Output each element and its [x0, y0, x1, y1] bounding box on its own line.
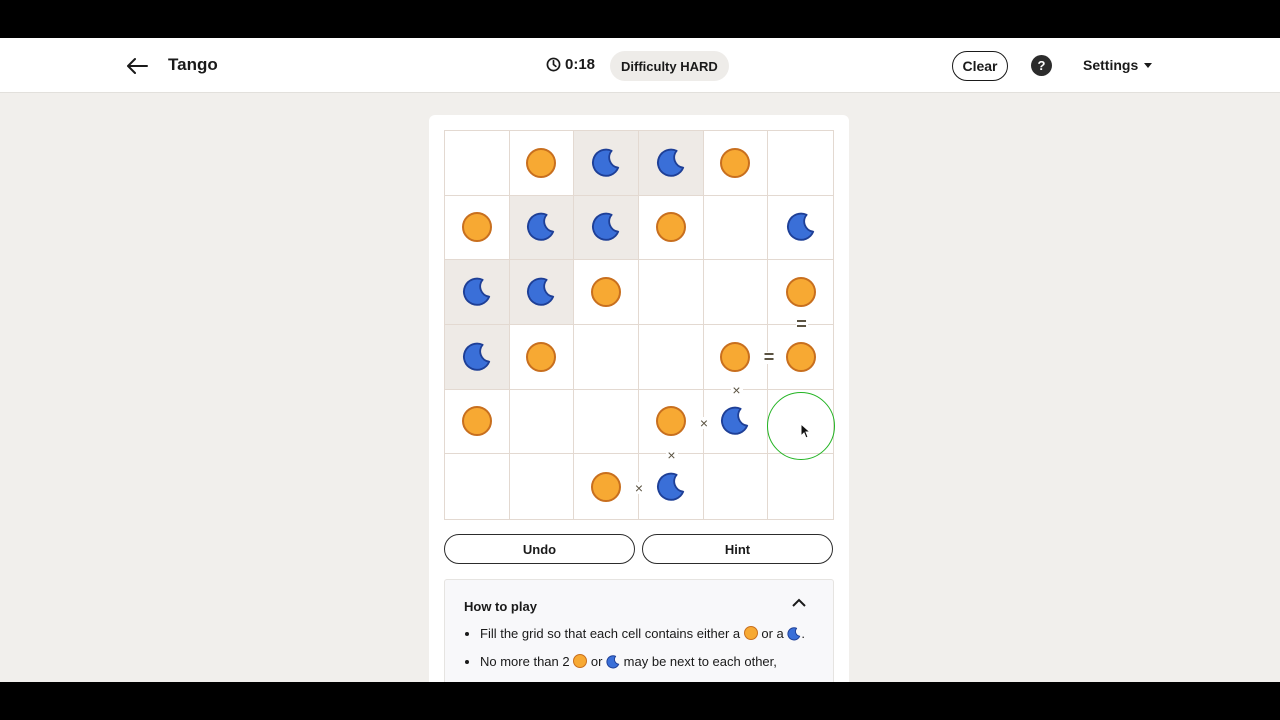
- grid-cell[interactable]: [703, 389, 769, 455]
- grid-cell[interactable]: [638, 389, 704, 455]
- moon-icon: [721, 407, 749, 436]
- clock-icon: [546, 57, 561, 72]
- moon-icon: [656, 472, 684, 501]
- mouse-pointer-icon: [800, 423, 812, 439]
- rules-list: Fill the grid so that each cell contains…: [480, 626, 820, 682]
- grid-cell[interactable]: [638, 195, 704, 261]
- sun-icon: [743, 626, 758, 640]
- moon-icon: [592, 213, 620, 242]
- sun-icon: [785, 277, 816, 308]
- moon-icon: [462, 277, 490, 306]
- sun-icon: [526, 341, 557, 372]
- grid-cell[interactable]: [509, 131, 575, 196]
- grid-cell[interactable]: [445, 131, 510, 196]
- undo-button[interactable]: Undo: [444, 534, 635, 564]
- grid-cell[interactable]: [509, 324, 575, 390]
- sun-icon: [785, 341, 816, 372]
- moon-icon: [606, 655, 620, 669]
- grid-cell[interactable]: [768, 131, 833, 196]
- grid-cell[interactable]: [509, 260, 575, 325]
- moon-icon: [462, 342, 490, 371]
- rule-text: .: [801, 626, 806, 641]
- rule-item: No more than 2 or may be next to each ot…: [480, 654, 820, 670]
- grid-cell[interactable]: [703, 454, 769, 519]
- sun-icon: [720, 341, 751, 372]
- sun-icon: [573, 654, 588, 668]
- grid-cell[interactable]: [574, 131, 639, 196]
- sun-icon: [655, 212, 686, 243]
- difficulty-badge: Difficulty HARD: [610, 51, 729, 81]
- moon-icon: [787, 627, 801, 641]
- help-icon[interactable]: ?: [1031, 55, 1052, 76]
- rule-text: or a: [761, 626, 784, 641]
- caret-down-icon: [1144, 62, 1153, 68]
- hint-button[interactable]: Hint: [642, 534, 833, 564]
- grid-cell[interactable]: [703, 324, 769, 390]
- grid-cell[interactable]: [574, 260, 639, 325]
- sun-icon: [461, 406, 492, 437]
- grid-cell[interactable]: [703, 131, 769, 196]
- game-viewport: Tango 0:18 Difficulty HARD Clear ? Setti…: [0, 38, 1280, 682]
- sun-icon: [591, 471, 622, 502]
- rule-text: No more than 2: [480, 654, 570, 669]
- back-arrow-icon[interactable]: [122, 52, 152, 80]
- grid-cell[interactable]: [638, 324, 704, 390]
- sun-icon: [461, 212, 492, 243]
- grid-cell[interactable]: [509, 454, 575, 519]
- moon-icon: [527, 277, 555, 306]
- grid-cell[interactable]: [574, 389, 639, 455]
- cross-constraint: ×: [698, 414, 710, 431]
- grid-cell[interactable]: [445, 195, 510, 261]
- grid-cell[interactable]: [445, 454, 510, 519]
- equal-constraint: =: [763, 346, 775, 367]
- how-to-play-section: How to play Fill the grid so that each c…: [444, 579, 834, 682]
- grid-cell[interactable]: [445, 389, 510, 455]
- grid-cell[interactable]: [574, 324, 639, 390]
- moon-icon: [786, 213, 814, 242]
- rule-item: Fill the grid so that each cell contains…: [480, 626, 820, 642]
- grid-cell[interactable]: [638, 260, 704, 325]
- timer-value: 0:18: [565, 56, 596, 73]
- equal-constraint: =: [795, 314, 808, 334]
- grid-cell[interactable]: [638, 131, 704, 196]
- sun-icon: [526, 147, 557, 178]
- grid-cell[interactable]: [703, 195, 769, 261]
- sun-icon: [720, 147, 751, 178]
- how-to-play-title: How to play: [464, 599, 537, 614]
- chevron-up-icon[interactable]: [792, 598, 806, 607]
- grid-cell[interactable]: [768, 195, 833, 261]
- cross-constraint: ×: [633, 479, 645, 496]
- game-panel: = = × × × × Undo Hint How to play Fill the gr…: [429, 115, 849, 682]
- grid-cell[interactable]: [574, 195, 639, 261]
- timer: 0:18: [546, 56, 595, 73]
- moon-icon: [656, 148, 684, 177]
- grid-cell[interactable]: [445, 260, 510, 325]
- tango-grid: [444, 130, 834, 520]
- moon-icon: [592, 148, 620, 177]
- grid-cell[interactable]: [509, 195, 575, 261]
- grid-cell[interactable]: [638, 454, 704, 519]
- grid-cell[interactable]: [703, 260, 769, 325]
- cross-constraint: ×: [665, 447, 678, 463]
- clear-button[interactable]: Clear: [952, 51, 1008, 81]
- rule-text: or: [590, 654, 603, 669]
- moon-icon: [527, 213, 555, 242]
- grid-cell[interactable]: [445, 324, 510, 390]
- grid-cell[interactable]: [574, 454, 639, 519]
- sun-icon: [591, 277, 622, 308]
- grid-cell[interactable]: [768, 454, 833, 519]
- grid-cell[interactable]: [768, 324, 833, 390]
- game-title: Tango: [168, 55, 218, 74]
- grid-cell[interactable]: [509, 389, 575, 455]
- rule-text: Fill the grid so that each cell contains…: [480, 626, 741, 641]
- rule-text: may be next to each other,: [623, 654, 777, 669]
- settings-label: Settings: [1083, 57, 1139, 73]
- top-bar: Tango 0:18 Difficulty HARD Clear ? Setti…: [0, 38, 1280, 93]
- settings-menu[interactable]: Settings: [1083, 57, 1153, 73]
- cross-constraint: ×: [730, 382, 743, 398]
- sun-icon: [655, 406, 686, 437]
